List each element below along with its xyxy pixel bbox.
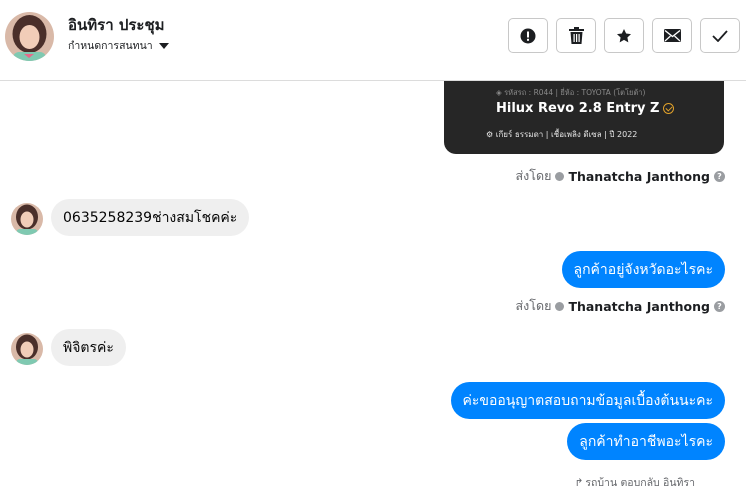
contact-avatar-small	[11, 203, 43, 235]
tag-icon: ◈	[496, 88, 505, 97]
trash-icon	[568, 27, 584, 44]
sender-name: Thanatcha Janthong	[568, 168, 710, 184]
mail-icon	[663, 29, 681, 42]
alert-icon	[520, 28, 536, 43]
help-icon[interactable]: ?	[714, 170, 725, 182]
verified-icon	[663, 103, 675, 114]
page-icon	[555, 171, 565, 181]
help-icon[interactable]: ?	[714, 300, 725, 312]
conversation-assign-dropdown[interactable]: กำหนดการสนทนา	[68, 37, 169, 54]
conversation-header: อินทิรา ประชุม กำหนดการสนทนา	[0, 0, 746, 81]
incoming-message: 0635258239ช่างสมโชคค่ะ	[51, 199, 250, 236]
reply-note: ↱ รถบ้าน ตอบกลับ อินทิรา	[574, 476, 695, 490]
star-icon	[617, 28, 631, 42]
check-icon	[712, 29, 728, 42]
sent-by-line: ส่งโดย Thanatcha Janthong ?	[516, 166, 725, 186]
sent-by-label: ส่งโดย	[515, 298, 552, 313]
mark-done-button[interactable]	[700, 18, 740, 53]
outgoing-message: ค่ะขออนุญาตสอบถามข้อมูลเบื้องต้นนะคะ	[450, 382, 725, 419]
incoming-message: พิจิตรค่ะ	[51, 329, 126, 366]
caret-down-icon	[158, 42, 169, 49]
conversation-assign-label: กำหนดการสนทนา	[68, 40, 153, 52]
mark-unread-button[interactable]	[652, 18, 692, 53]
delete-button[interactable]	[556, 18, 596, 53]
gear-icon: ⚙	[486, 130, 496, 139]
vehicle-specs: ⚙ เกียร์ ธรรมดา | เชื้อเพลิง ดีเซล | ปี …	[486, 130, 638, 139]
outgoing-message: ลูกค้าอยู่จังหวัดอะไรคะ	[561, 251, 725, 288]
star-button[interactable]	[604, 18, 644, 53]
report-button[interactable]	[508, 18, 548, 53]
contact-avatar[interactable]	[5, 12, 54, 61]
contact-avatar-small	[11, 333, 43, 365]
vehicle-model: Hilux Revo 2.8 Entry Z	[496, 101, 675, 116]
conversation-actions	[508, 18, 740, 53]
page-icon	[555, 301, 565, 311]
reply-icon: ↱	[574, 476, 584, 489]
vehicle-meta: ◈ รหัสรถ : R044 | ยี่ห้อ : TOYOTA (โตโยต…	[496, 88, 646, 97]
sent-by-label: ส่งโดย	[515, 168, 552, 183]
sender-name: Thanatcha Janthong	[568, 298, 710, 314]
contact-name: อินทิรา ประชุม	[68, 16, 165, 34]
sent-by-line: ส่งโดย Thanatcha Janthong ?	[516, 296, 725, 316]
vehicle-card[interactable]: ◈ รหัสรถ : R044 | ยี่ห้อ : TOYOTA (โตโยต…	[444, 81, 724, 154]
outgoing-message: ลูกค้าทำอาชีพอะไรคะ	[567, 423, 725, 460]
